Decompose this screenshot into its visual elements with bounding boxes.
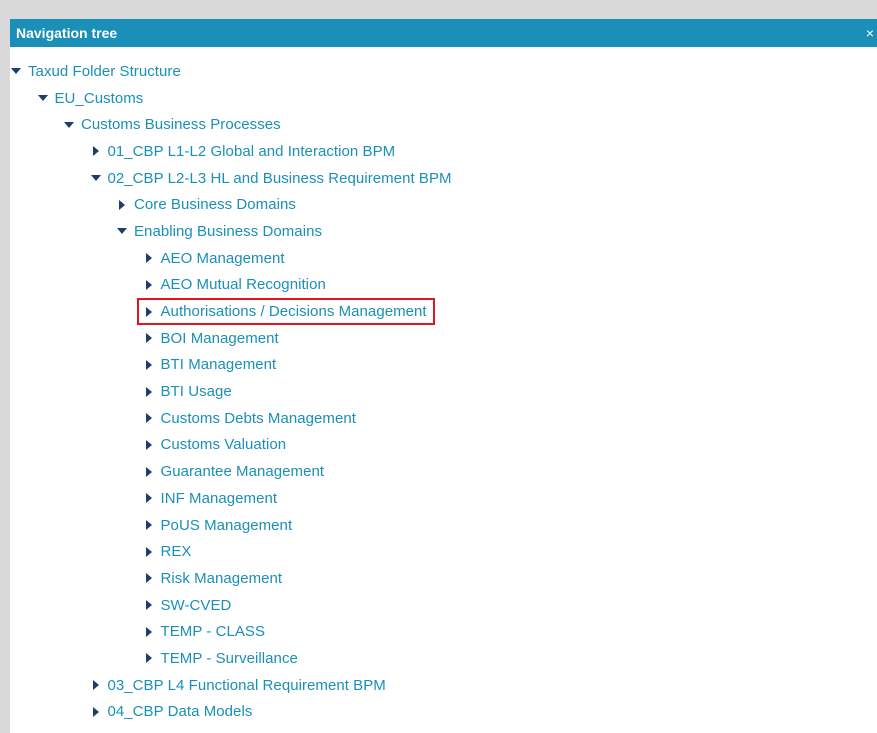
- caret-right-icon[interactable]: [143, 386, 155, 397]
- tree-node-label[interactable]: 03_CBP L4 Functional Requirement BPM: [108, 677, 386, 694]
- tree-node[interactable]: Customs Business Processes: [10, 111, 877, 138]
- tree-node-label[interactable]: AEO Mutual Recognition: [161, 276, 326, 293]
- caret-right-icon[interactable]: [143, 333, 155, 344]
- tree-node[interactable]: TEMP - CLASS: [10, 618, 877, 645]
- tree-node[interactable]: BTI Usage: [10, 378, 877, 405]
- caret-right-icon[interactable]: [143, 520, 155, 531]
- caret-down-icon[interactable]: [37, 93, 49, 103]
- tree-node[interactable]: Enabling Business Domains: [10, 218, 877, 245]
- caret-down-icon[interactable]: [10, 66, 22, 76]
- tree-node-label[interactable]: Authorisations / Decisions Management: [161, 303, 427, 320]
- tree-node[interactable]: PoUS Management: [10, 512, 877, 539]
- window-top-edge: [0, 0, 877, 19]
- caret-right-icon[interactable]: [90, 146, 102, 157]
- caret-right-icon[interactable]: [143, 359, 155, 370]
- tree-node-label[interactable]: Guarantee Management: [161, 463, 325, 480]
- caret-right-icon[interactable]: [143, 573, 155, 584]
- tree-node[interactable]: EU_Customs: [10, 85, 877, 112]
- tree-node-label[interactable]: Customs Debts Management: [161, 410, 356, 427]
- tree-node[interactable]: 01_CBP L1-L2 Global and Interaction BPM: [10, 138, 877, 165]
- caret-right-icon[interactable]: [143, 600, 155, 611]
- tree-node-label[interactable]: INF Management: [161, 490, 278, 507]
- caret-right-icon[interactable]: [143, 653, 155, 664]
- tree-node-label[interactable]: SW-CVED: [161, 597, 232, 614]
- tree-node-label[interactable]: BOI Management: [161, 330, 279, 347]
- tree-node[interactable]: TEMP - Surveillance: [10, 645, 877, 672]
- tree-node[interactable]: 04_CBP Data Models: [10, 699, 877, 726]
- tree-node-label[interactable]: Customs Business Processes: [81, 116, 281, 133]
- tree-node[interactable]: Customs Valuation: [10, 432, 877, 459]
- tree-node[interactable]: 03_CBP L4 Functional Requirement BPM: [10, 672, 877, 699]
- tree-node-label[interactable]: 04_CBP Data Models: [108, 703, 253, 720]
- tree-node-label[interactable]: Taxud Folder Structure: [28, 63, 181, 80]
- caret-right-icon[interactable]: [143, 466, 155, 477]
- tree-node[interactable]: Guarantee Management: [10, 458, 877, 485]
- panel-header: Navigation tree ×: [10, 19, 877, 47]
- tree-node[interactable]: INF Management: [10, 485, 877, 512]
- navigation-tree: Taxud Folder Structure EU_Customs Customs …: [10, 47, 877, 725]
- tree-node[interactable]: Authorisations / Decisions Management: [10, 298, 877, 325]
- tree-node-label[interactable]: 01_CBP L1-L2 Global and Interaction BPM: [108, 143, 396, 160]
- caret-right-icon[interactable]: [143, 279, 155, 290]
- tree-node[interactable]: SW-CVED: [10, 592, 877, 619]
- tree-node[interactable]: AEO Mutual Recognition: [10, 272, 877, 299]
- tree-node-label[interactable]: TEMP - Surveillance: [161, 650, 298, 667]
- caret-down-icon[interactable]: [90, 173, 102, 183]
- caret-right-icon[interactable]: [143, 439, 155, 450]
- tree-node[interactable]: REX: [10, 538, 877, 565]
- caret-right-icon[interactable]: [143, 493, 155, 504]
- tree-node-label[interactable]: REX: [161, 543, 192, 560]
- close-icon[interactable]: ×: [863, 25, 877, 41]
- caret-right-icon[interactable]: [90, 680, 102, 691]
- caret-right-icon[interactable]: [143, 413, 155, 424]
- caret-right-icon[interactable]: [116, 199, 128, 210]
- tree-node-label[interactable]: EU_Customs: [55, 90, 144, 107]
- tree-node-label[interactable]: Risk Management: [161, 570, 283, 587]
- caret-right-icon[interactable]: [143, 626, 155, 637]
- tree-node-label[interactable]: BTI Management: [161, 356, 277, 373]
- tree-node-label[interactable]: PoUS Management: [161, 517, 293, 534]
- caret-right-icon[interactable]: [143, 546, 155, 557]
- tree-node-label[interactable]: Customs Valuation: [161, 436, 287, 453]
- tree-node-label[interactable]: Enabling Business Domains: [134, 223, 322, 240]
- tree-node[interactable]: BTI Management: [10, 352, 877, 379]
- window-left-edge: [0, 0, 10, 733]
- tree-node[interactable]: Risk Management: [10, 565, 877, 592]
- tree-node[interactable]: Core Business Domains: [10, 191, 877, 218]
- caret-right-icon[interactable]: [143, 253, 155, 264]
- tree-node-label[interactable]: TEMP - CLASS: [161, 623, 266, 640]
- caret-right-icon[interactable]: [143, 306, 155, 317]
- tree-node-label[interactable]: BTI Usage: [161, 383, 232, 400]
- tree-node-label[interactable]: Core Business Domains: [134, 196, 296, 213]
- caret-down-icon[interactable]: [63, 120, 75, 130]
- panel-title: Navigation tree: [16, 25, 118, 41]
- tree-node[interactable]: 02_CBP L2-L3 HL and Business Requirement…: [10, 165, 877, 192]
- navigation-tree-panel: Navigation tree × Taxud Folder Structure…: [10, 19, 877, 733]
- caret-down-icon[interactable]: [116, 226, 128, 236]
- tree-node[interactable]: Taxud Folder Structure: [10, 58, 877, 85]
- tree-node-label[interactable]: AEO Management: [161, 250, 285, 267]
- tree-node[interactable]: BOI Management: [10, 325, 877, 352]
- tree-node-label[interactable]: 02_CBP L2-L3 HL and Business Requirement…: [108, 170, 452, 187]
- tree-node[interactable]: Customs Debts Management: [10, 405, 877, 432]
- caret-right-icon[interactable]: [90, 706, 102, 717]
- tree-node[interactable]: AEO Management: [10, 245, 877, 272]
